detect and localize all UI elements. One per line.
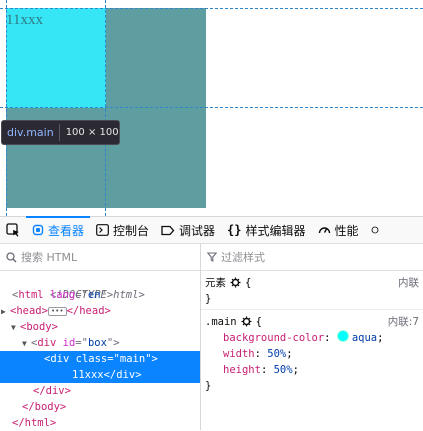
markup-node-body-close[interactable]: </body>: [0, 399, 200, 415]
markup-node-div-main-selected[interactable]: <div class="main"> 11xxx</div>: [0, 351, 200, 383]
tab-more-clipped[interactable]: [365, 217, 383, 244]
performance-icon: [318, 224, 331, 236]
tab-label: 样式编辑器: [245, 223, 306, 238]
console-icon: [96, 224, 109, 236]
element-infobar: div.main 100 × 100: [1, 120, 120, 145]
markup-node-doctype[interactable]: <!DOCTYPE html>: [0, 271, 200, 301]
property-value: aqua: [351, 332, 378, 344]
collapsed-ellipsis-icon[interactable]: •••: [47, 306, 67, 316]
declaration-background-color[interactable]: background-color: aqua;: [205, 330, 419, 346]
debugger-icon: [161, 225, 175, 236]
property-name: width: [223, 348, 255, 360]
highlight-guide-right: [105, 0, 106, 216]
rule-main[interactable]: .main { 内联:7 background-color: aqua; widt…: [201, 310, 423, 396]
property-name: height: [223, 364, 261, 376]
property-name: background-color: [223, 332, 325, 344]
property-value: 50%: [273, 364, 293, 376]
infobar-dimensions: 100 × 100: [65, 127, 119, 138]
rule-source[interactable]: 内联: [398, 275, 419, 291]
page-viewport: 11xxx div.main 100 × 100: [0, 0, 423, 216]
tab-label: 性能: [334, 223, 359, 238]
attr-value: main: [119, 353, 146, 365]
highlight-guide-top: [0, 8, 423, 9]
highlight-guide-left: [6, 0, 7, 216]
element-picker-icon: [6, 223, 19, 237]
property-value: 50%: [267, 348, 287, 360]
body-open: <body>: [20, 321, 58, 333]
declaration-height[interactable]: height: 50%;: [205, 362, 419, 378]
tab-inspector[interactable]: 查看器: [26, 215, 91, 244]
rule-selector: 元素: [205, 277, 226, 289]
tab-label: 控制台: [113, 223, 150, 238]
tab-style-editor[interactable]: {} 样式编辑器: [221, 217, 311, 244]
style-editor-icon: {}: [227, 223, 242, 237]
rule-close-brace: }: [205, 293, 212, 305]
tab-label: 调试器: [179, 223, 216, 238]
attr-name: id: [62, 337, 76, 349]
search-icon: [6, 251, 17, 263]
collapse-arrow-icon[interactable]: ▼: [11, 320, 20, 336]
filter-icon: [207, 252, 217, 262]
markup-panel: 搜索 HTML <!DOCTYPE html> <html lang="en">…: [0, 244, 201, 430]
attr-value: box: [87, 337, 107, 349]
expand-arrow-icon[interactable]: ▶: [1, 304, 10, 320]
tab-performance[interactable]: 性能: [312, 217, 365, 244]
collapse-arrow-icon[interactable]: ▼: [22, 336, 31, 352]
markup-tree: <!DOCTYPE html> <html lang="en"> ▶ <head>…: [0, 271, 200, 431]
rule-element[interactable]: 元素 { 内联 }: [201, 271, 423, 310]
gear-icon[interactable]: [230, 277, 241, 293]
main-div[interactable]: 11xxx: [6, 8, 106, 108]
highlight-guide-bottom: [0, 107, 423, 108]
markup-node-head[interactable]: ▶ <head> ••• </head>: [0, 303, 200, 319]
markup-node-body[interactable]: ▼ <body>: [0, 319, 200, 335]
attr-name: class: [75, 353, 108, 365]
rule-source[interactable]: 内联:7: [388, 314, 419, 330]
markup-node-html[interactable]: <html lang="en">: [0, 287, 200, 303]
markup-node-div-box-close[interactable]: </div>: [0, 383, 200, 399]
tab-console[interactable]: 控制台: [90, 217, 155, 244]
tab-label: 查看器: [48, 223, 85, 238]
rules-panel: 过滤样式 元素 { 内联 } .main { 内联:7 background-col…: [201, 244, 423, 430]
html-close: </html>: [12, 417, 57, 429]
declaration-width[interactable]: width: 50%;: [205, 346, 419, 362]
attr-name: lang: [49, 289, 76, 301]
markup-node-div-box[interactable]: ▼ <div id="box">: [0, 335, 200, 351]
head-open: <head>: [10, 305, 48, 317]
inspector-icon: [32, 224, 44, 236]
head-close: </head>: [66, 305, 111, 317]
tag-name: div: [37, 337, 57, 349]
node-text: 11xxx: [72, 369, 104, 381]
tag-name: div: [50, 353, 70, 365]
markup-node-html-close[interactable]: </html>: [0, 415, 200, 431]
html-search-bar[interactable]: 搜索 HTML: [0, 244, 200, 271]
tag-name: html: [18, 289, 44, 301]
style-filter-bar[interactable]: 过滤样式: [201, 244, 423, 271]
html-search-input[interactable]: 搜索 HTML: [21, 249, 77, 265]
body-close: </body>: [22, 401, 67, 413]
rule-close-brace: }: [205, 380, 212, 392]
rule-open-brace: {: [255, 316, 262, 328]
style-filter-input[interactable]: 过滤样式: [221, 249, 265, 265]
rule-selector: .main: [205, 316, 237, 328]
infobar-tag: div.main: [7, 126, 54, 139]
div-close: </div>: [103, 369, 142, 381]
div-close: </div>: [33, 385, 71, 397]
devtools-toolbar: 查看器 控制台 调试器 {} 样式编辑器 性能: [0, 215, 423, 244]
element-picker-button[interactable]: [0, 217, 26, 244]
more-tabs-icon: [371, 224, 379, 236]
attr-value: en: [87, 289, 101, 301]
rule-open-brace: {: [245, 277, 252, 289]
main-div-text: 11xxx: [6, 12, 43, 28]
tab-debugger[interactable]: 调试器: [155, 217, 221, 244]
color-swatch[interactable]: [336, 330, 349, 342]
